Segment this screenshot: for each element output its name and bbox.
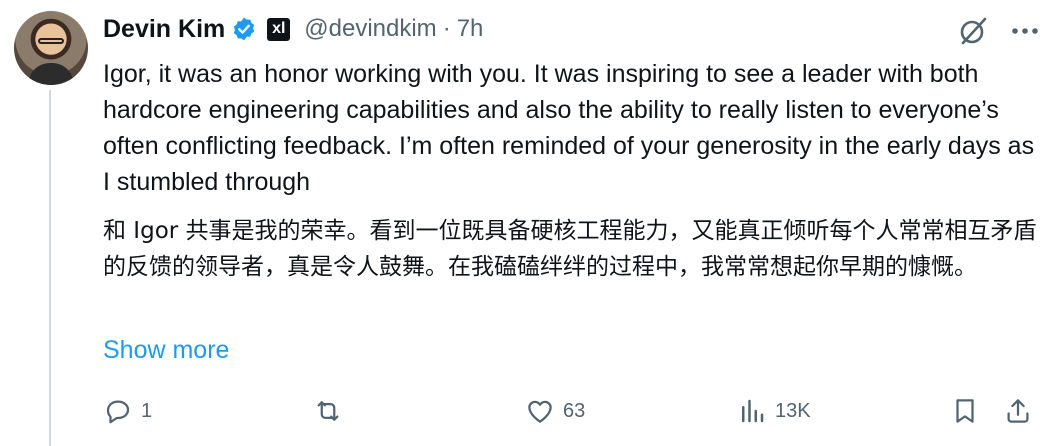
avatar-glasses [38, 38, 64, 44]
bookmark-button[interactable] [950, 394, 980, 428]
analytics-icon [742, 399, 764, 423]
like-button[interactable]: 63 [525, 394, 585, 428]
views-button[interactable]: 13K [737, 394, 811, 428]
more-options-icon[interactable] [1010, 26, 1040, 36]
author-name[interactable]: Devin Kim [103, 15, 225, 44]
top-right-controls [956, 14, 1040, 48]
show-more-link[interactable]: Show more [103, 336, 229, 365]
thread-line [49, 90, 51, 446]
tweet-text: Igor, it was an honor working with you. … [103, 56, 1038, 285]
share-button[interactable] [1003, 394, 1033, 428]
author-handle[interactable]: @devindkim [304, 15, 436, 43]
like-count: 63 [563, 399, 586, 422]
post-time[interactable]: 7h [457, 15, 484, 43]
avatar-shirt [28, 63, 74, 85]
bookmark-icon [956, 399, 974, 423]
repost-icon [317, 401, 339, 421]
reply-button[interactable]: 1 [103, 394, 152, 428]
tweet-text-english: Igor, it was an honor working with you. … [103, 60, 1035, 196]
reply-count: 1 [141, 399, 153, 422]
separator-dot: · [442, 15, 451, 42]
grok-icon[interactable] [956, 14, 990, 48]
avatar[interactable] [14, 11, 88, 85]
heart-icon [528, 400, 552, 423]
tweet-header: Devin Kim xl @devindkim · 7h [103, 12, 483, 46]
org-badge-icon[interactable]: xl [267, 17, 291, 41]
repost-button[interactable] [312, 394, 352, 428]
action-bar: 1 63 13K [103, 394, 1040, 428]
view-count: 13K [775, 399, 811, 422]
tweet-text-chinese: 和 Igor 共事是我的荣幸。看到一位既具备硬核工程能力，又能真正倾听每个人常常… [103, 218, 1037, 280]
verified-badge-icon[interactable] [231, 16, 257, 42]
share-icon [1007, 399, 1029, 423]
reply-icon [106, 400, 130, 424]
